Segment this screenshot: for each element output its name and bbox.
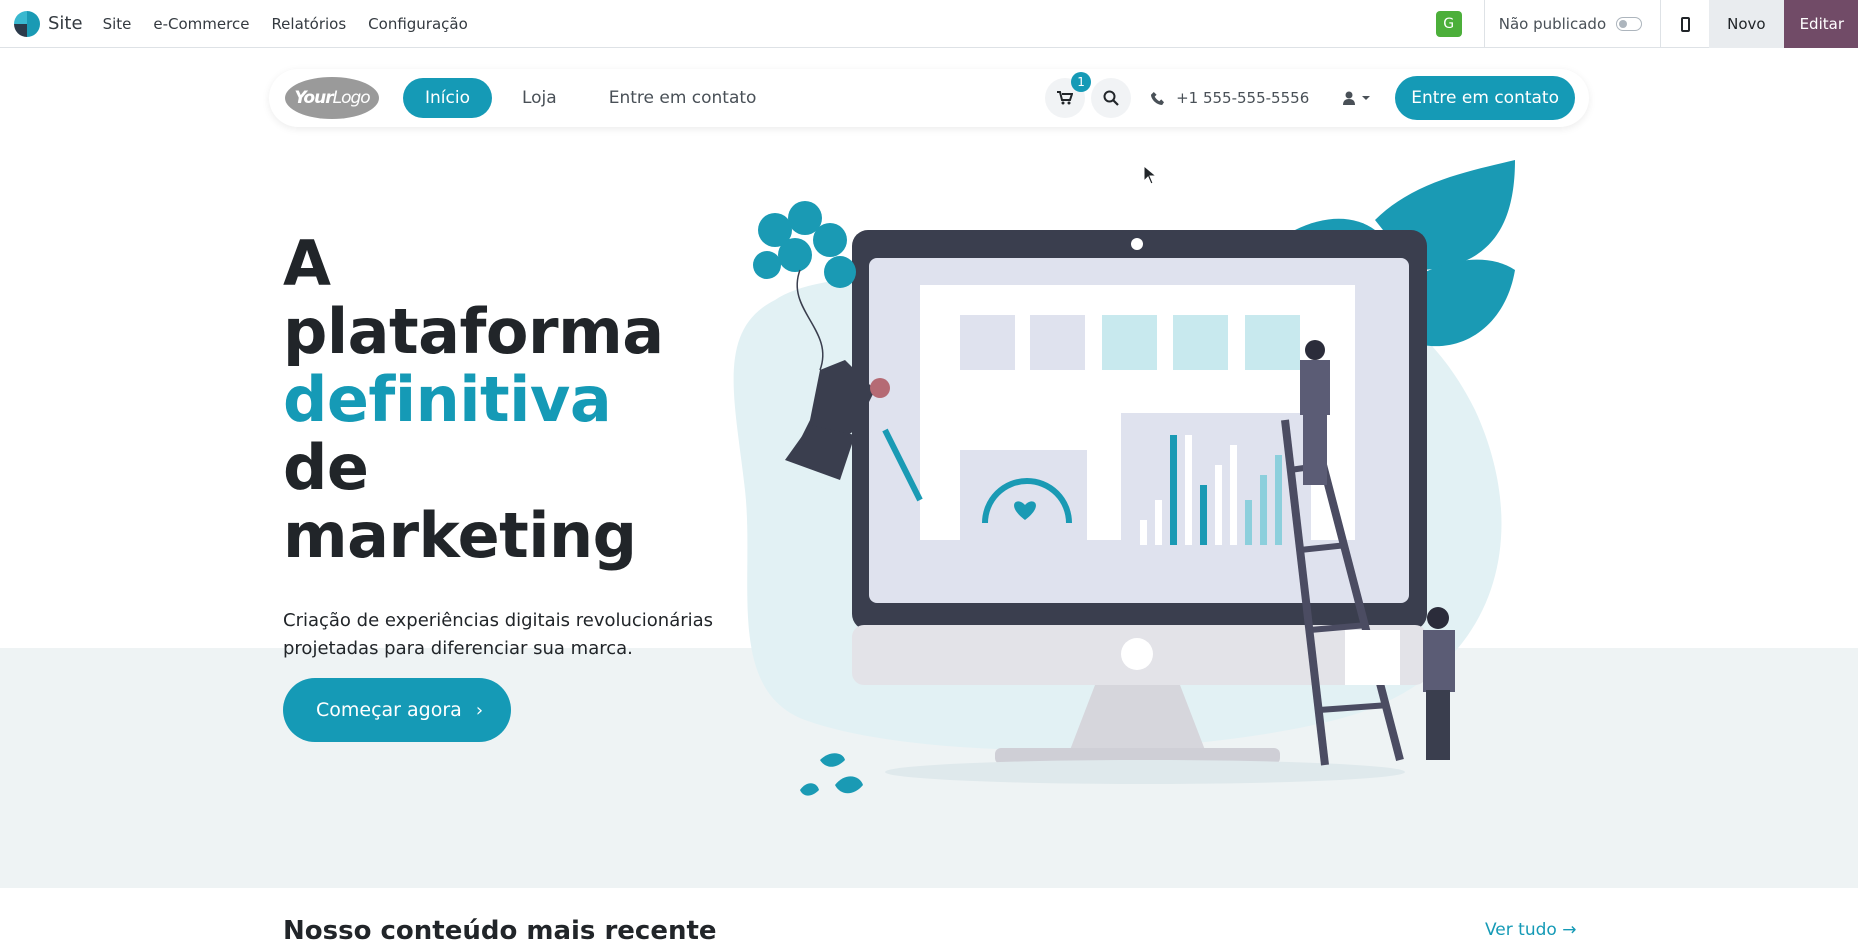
standing-man-legs [1426,690,1450,760]
balloon [813,223,847,257]
search-icon [1103,90,1119,106]
standing-man-body [1423,630,1455,692]
man-body [1300,360,1330,415]
caret-down-icon [1362,96,1371,100]
start-now-label: Começar agora [316,699,462,721]
cart-count-badge: 1 [1071,72,1092,92]
monitor-camera [1131,238,1143,250]
site-navbar: Your Logo Início Loja Entre em contato 1 … [269,69,1589,127]
small-leaf [820,753,845,767]
bar [1200,485,1207,545]
toggle-switch[interactable] [1616,17,1643,31]
admin-menu-configuration[interactable]: Configuração [368,15,468,33]
user-icon [1343,91,1356,105]
tile [1173,315,1228,370]
logo-text-bold: Your [294,88,333,108]
user-avatar[interactable]: G [1435,11,1462,37]
note-card [1345,630,1400,685]
phone-icon [1151,91,1165,105]
small-leaf [800,783,819,796]
tile [960,315,1015,370]
logo-text-light: Logo [332,88,371,108]
hero-title-line: A [283,227,331,300]
see-all-link[interactable]: Ver tudo → [1485,920,1576,940]
tile [1245,315,1300,370]
tile [1102,315,1157,370]
hero-title-line: plataforma [283,295,664,368]
admin-brand[interactable]: Site [14,10,83,37]
admin-menu-site[interactable]: Site [103,15,132,33]
small-leaf [835,776,863,794]
mouse-cursor-icon [1143,165,1157,185]
admin-right: G Não publicado Novo Editar [1435,0,1858,48]
tile [1030,315,1085,370]
hero-title-line: marketing [283,499,637,572]
balloon [824,256,856,288]
bar [1170,435,1177,545]
man-head [1305,340,1325,360]
nav-link-home[interactable]: Início [403,78,492,118]
nav-link-shop[interactable]: Loja [500,78,579,118]
balloon [778,238,812,272]
edit-button[interactable]: Editar [1783,0,1858,48]
hero-title-accent: definitiva [283,363,612,436]
monitor-button [1121,638,1153,670]
hero-illustration [733,160,1515,796]
standing-man-head [1427,607,1449,629]
admin-brand-label: Site [48,13,83,34]
balloon [753,251,781,279]
admin-menu-reports[interactable]: Relatórios [271,15,346,33]
hero-subtitle: Criação de experiências digitais revoluc… [283,610,714,659]
bar [1185,435,1192,545]
hero-title: A plataforma definitiva de marketing [283,230,664,570]
start-now-button[interactable]: Começar agora › [283,678,512,742]
admin-bar: Site Site e-Commerce Relatórios Configur… [0,0,1858,48]
nav-links: Início Loja Entre em contato [403,78,778,118]
cart-icon [1057,91,1074,105]
nav-link-contact[interactable]: Entre em contato [587,78,779,118]
bar [1155,500,1162,545]
bar [1140,520,1147,545]
app-logo-icon [14,10,40,37]
contact-cta-button[interactable]: Entre em contato [1395,76,1575,120]
latest-content-heading: Nosso conteúdo mais recente [283,916,717,946]
man-legs [1303,415,1327,485]
user-dropdown[interactable] [1343,91,1371,105]
admin-menu: Site e-Commerce Relatórios Configuração [103,15,468,33]
publish-status-label: Não publicado [1498,15,1607,33]
new-button[interactable]: Novo [1709,0,1784,48]
nav-right: 1 +1 555-555-5556 Entre em contato [1045,69,1575,127]
gauge-card [960,450,1087,545]
bar [1245,500,1252,545]
bar [1260,475,1267,545]
publish-toggle[interactable]: Não publicado [1485,15,1660,33]
woman-head [870,378,890,398]
search-button[interactable] [1091,78,1132,118]
site-logo[interactable]: Your Logo [285,77,379,119]
bar [1275,455,1282,545]
phone-number: +1 555-555-5556 [1176,89,1310,107]
cart-button[interactable]: 1 [1045,72,1092,118]
phone-link[interactable]: +1 555-555-5556 [1151,89,1309,107]
bar [1230,445,1237,545]
bar [1215,465,1222,545]
admin-menu-ecommerce[interactable]: e-Commerce [153,15,249,33]
hero-title-line: de [283,431,369,504]
mobile-preview-icon[interactable] [1661,0,1709,48]
chevron-right-icon: › [475,699,484,721]
